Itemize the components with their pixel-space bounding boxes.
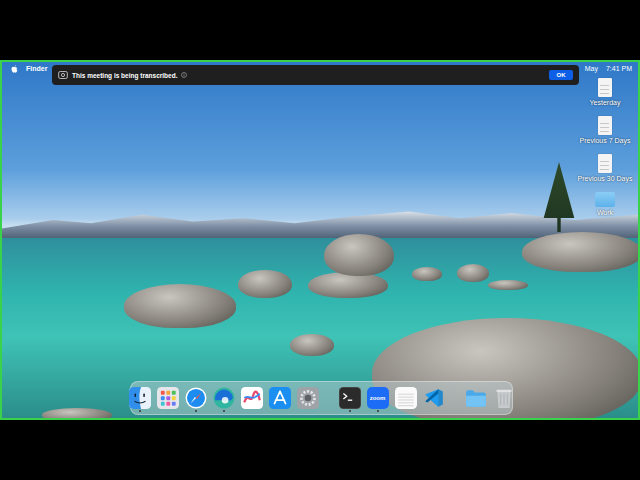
document-icon (598, 78, 612, 97)
rock (522, 232, 640, 272)
running-indicator (195, 410, 197, 412)
info-icon[interactable] (181, 72, 187, 78)
apple-icon[interactable] (11, 65, 18, 73)
trash-icon (493, 387, 515, 409)
dock-item[interactable] (465, 384, 487, 412)
dock-item[interactable] (213, 384, 235, 412)
document-icon (598, 116, 612, 135)
rock (308, 272, 388, 298)
ok-button[interactable]: OK (549, 70, 573, 80)
dock-item[interactable] (185, 384, 207, 412)
rock (290, 334, 334, 356)
rock (42, 408, 112, 420)
desktop-item[interactable]: Previous 30 Days (578, 154, 633, 182)
terminal-icon (339, 387, 361, 409)
rock (488, 280, 528, 290)
safari-icon (185, 387, 207, 409)
rock (324, 234, 394, 276)
dock: zoom (130, 381, 513, 415)
downloads-icon (465, 387, 487, 409)
running-indicator (251, 410, 253, 412)
dock-item[interactable] (395, 384, 417, 412)
rock (412, 267, 442, 281)
dock-item[interactable] (129, 384, 151, 412)
rock (238, 270, 292, 298)
dock-item[interactable] (423, 384, 445, 412)
transcription-banner: This meeting is being transcribed.OK (52, 65, 579, 85)
wallpaper (2, 62, 638, 418)
desktop-item[interactable]: Work (595, 192, 615, 216)
rock (457, 264, 489, 282)
captions-icon (58, 71, 68, 79)
menu-date[interactable]: May (585, 65, 598, 72)
desktop-item[interactable]: Yesterday (590, 78, 621, 106)
desktop-screen: Finder May 7:41 PM Yesterday Previous 7 Days… (0, 60, 640, 420)
running-indicator (433, 410, 435, 412)
running-indicator (139, 410, 141, 412)
desktop-items: Yesterday Previous 7 Days Previous 30 Days… (574, 78, 636, 216)
dock-item[interactable] (269, 384, 291, 412)
vscode-icon (423, 387, 445, 409)
launchpad-icon (157, 387, 179, 409)
dock-item[interactable] (493, 384, 515, 412)
running-indicator (503, 410, 505, 412)
menu-clock[interactable]: 7:41 PM (606, 65, 632, 72)
running-indicator (307, 410, 309, 412)
dock-item[interactable] (297, 384, 319, 412)
bottom-bar (0, 420, 640, 480)
running-indicator (349, 410, 351, 412)
settings-icon (297, 387, 319, 409)
dock-item[interactable] (339, 384, 361, 412)
desktop-item[interactable]: Previous 7 Days (580, 116, 631, 144)
top-bar (0, 0, 640, 60)
dock-item[interactable]: zoom (367, 384, 389, 412)
dock-item[interactable] (241, 384, 263, 412)
running-indicator (377, 410, 379, 412)
page: Finder May 7:41 PM Yesterday Previous 7 Days… (0, 0, 640, 480)
running-indicator (223, 410, 225, 412)
document-icon (598, 154, 612, 173)
rock (124, 284, 236, 328)
folder-icon (595, 192, 615, 207)
running-indicator (405, 410, 407, 412)
appstore-icon (269, 387, 291, 409)
running-indicator (279, 410, 281, 412)
freeform-icon (241, 387, 263, 409)
zoom-icon: zoom (367, 387, 389, 409)
running-indicator (167, 410, 169, 412)
finder-icon (129, 387, 151, 409)
running-indicator (475, 410, 477, 412)
dock-item[interactable] (157, 384, 179, 412)
notes-icon (395, 387, 417, 409)
edge-icon (213, 387, 235, 409)
app-menu[interactable]: Finder (26, 65, 47, 72)
